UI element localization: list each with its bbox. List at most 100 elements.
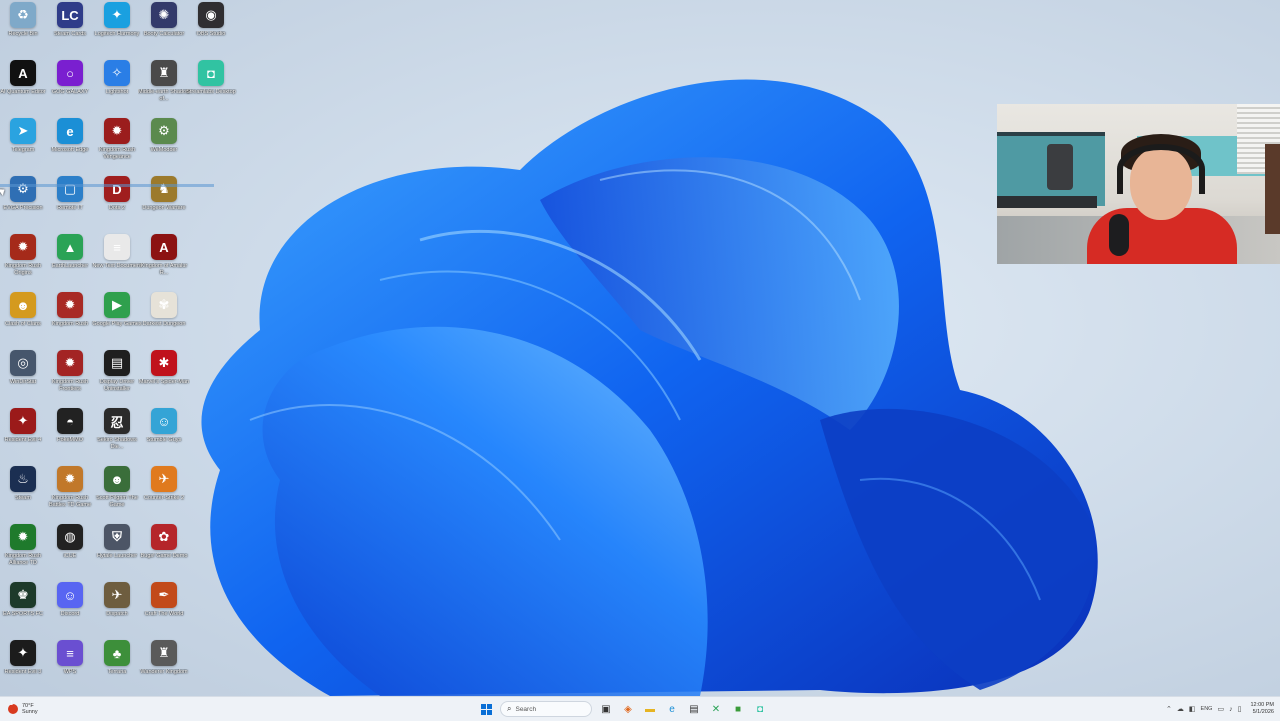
desktop: ♻ Recycle Bin LC Steam Cards ✦ Logitech Harmo… <box>0 0 1280 696</box>
desktop-icon[interactable]: ◘ Streamlabs Desktop <box>186 60 236 116</box>
desktop-icon[interactable]: ⚙ WeModder <box>141 118 187 174</box>
desktop-icon[interactable]: ♣ Terraria <box>94 640 140 696</box>
desktop-icon-label: AI Quantum Editor <box>0 89 46 95</box>
google-play-icon: ▶ <box>104 292 130 318</box>
edge-icon: e <box>57 118 83 144</box>
desktop-icon-label: OBS Studio <box>196 31 226 37</box>
terminal-icon[interactable]: ▤ <box>686 701 702 717</box>
minecraft-icon[interactable]: ■ <box>730 701 746 717</box>
desktop-icon[interactable]: ☻ Clash of Clans <box>0 292 46 348</box>
desktop-icon[interactable]: ◎ WinDirStat <box>0 350 46 406</box>
streamlabs-taskbar-icon[interactable]: ◘ <box>752 701 768 717</box>
desktop-icon[interactable]: e Microsoft Edge <box>47 118 93 174</box>
desktop-icon[interactable]: ✈ Dispatch <box>94 582 140 638</box>
desktop-icon-label: Craft The World <box>144 611 184 617</box>
desktop-icon[interactable]: ☺ Stumble Guys <box>141 408 187 464</box>
desktop-icon[interactable]: A Kingdom of Amalur R... <box>141 234 187 290</box>
desktop-icon-label: New Text Document <box>92 263 142 269</box>
desktop-icon-label: Remote IT <box>57 205 83 211</box>
desktop-icon-label: Kingdom of Amalur R... <box>140 263 188 276</box>
desktop-icon[interactable]: ✾ Darkest Dungeon <box>141 292 187 348</box>
xbox-icon[interactable]: ✕ <box>708 701 724 717</box>
desktop-icon[interactable]: ✹ Kingdom Rush Frontiers <box>47 350 93 406</box>
logitech-icon: ✦ <box>104 2 130 28</box>
desktop-icon[interactable]: ✒ Craft The World <box>141 582 187 638</box>
desktop-icon[interactable]: ⛨ Hytale Launcher <box>94 524 140 580</box>
volume-icon[interactable]: ♪ <box>1229 706 1233 713</box>
language-indicator[interactable]: ENG <box>1201 706 1213 712</box>
desktop-icon[interactable]: ✦ Resident Evil 3 <box>0 640 46 696</box>
kingdom-rush-icon: ✹ <box>57 292 83 318</box>
desktop-icon[interactable]: ▲ EarthLauncher <box>47 234 93 290</box>
middle-earth-icon: ♜ <box>151 60 177 86</box>
desktop-icon[interactable]: ♨ Steam <box>0 466 46 522</box>
desktop-icon[interactable]: ♚ EA SPORTS FC <box>0 582 46 638</box>
desktop-icon[interactable]: 忍 Sekiro Shadows Die... <box>94 408 140 464</box>
pokemmo-icon: ◓ <box>57 408 83 434</box>
desktop-icon[interactable]: ○ GOG GALAXY <box>47 60 93 116</box>
desktop-icon-label: Middle-earth Shadow of... <box>138 89 190 102</box>
desktop-icon[interactable]: ✺ Booty Calculator <box>141 2 187 58</box>
desktop-icon[interactable]: ✦ Logitech Harmony <box>94 2 140 58</box>
desktop-icon-label: Dispatch <box>106 611 128 617</box>
desktop-icon[interactable]: ✹ Kingdom Rush <box>47 292 93 348</box>
desktop-icon[interactable]: ✿ Bugs! Game Demo <box>141 524 187 580</box>
search-placeholder: Search <box>515 705 537 713</box>
desktop-icon[interactable]: ✹ Kingdom Rush Origins <box>0 234 46 290</box>
desktop-icon[interactable]: ☻ Scott Pilgrim The Game <box>94 466 140 522</box>
desktop-icon-label: Terraria <box>107 669 127 675</box>
windows-logo-icon <box>480 703 492 715</box>
network-icon[interactable]: ▭ <box>1217 705 1224 713</box>
taskbar-search[interactable]: ⌕ Search <box>500 701 592 717</box>
desktop-icon[interactable]: ✧ Lightshot <box>94 60 140 116</box>
desktop-icon[interactable]: ✹ Kingdom Rush Vengeance <box>94 118 140 174</box>
discord-icon: ☺ <box>57 582 83 608</box>
start-button[interactable] <box>478 701 494 717</box>
desktop-icon[interactable]: ✱ Marvel's Spider-Man <box>139 350 189 406</box>
hytale-icon: ⛨ <box>104 524 130 550</box>
battery-icon[interactable]: ▯ <box>1238 705 1242 713</box>
desktop-icon[interactable]: ➤ Telegram <box>0 118 46 174</box>
desktop-icon-label: Darkest Dungeon <box>142 321 186 327</box>
desktop-icon-label: Lightshot <box>105 89 129 95</box>
desktop-icon[interactable]: A AI Quantum Editor <box>0 60 46 116</box>
desktop-icon[interactable]: ♜ Wanderer Kingdom <box>140 640 188 696</box>
lightshot-icon: ✧ <box>104 60 130 86</box>
clock[interactable]: 12:00 PM 5/1/2026 <box>1250 702 1274 716</box>
weather-widget[interactable]: 70°F Sunny <box>8 699 38 719</box>
widgets-icon[interactable]: ◈ <box>620 701 636 717</box>
resident-evil-3-icon: ✦ <box>10 640 36 666</box>
desktop-icon[interactable]: ◍ iCUE <box>47 524 93 580</box>
amalur-icon: A <box>151 234 177 260</box>
edge-taskbar-icon[interactable]: e <box>664 701 680 717</box>
desktop-icon[interactable]: ◉ OBS Studio <box>188 2 234 58</box>
desktop-icon-label: WinDirStat <box>9 379 37 385</box>
desktop-icon[interactable]: ✹ Kingdom Rush Battles TD Game <box>47 466 93 522</box>
desktop-icon[interactable]: ♜ Middle-earth Shadow of... <box>138 60 190 116</box>
wps-icon: ≡ <box>57 640 83 666</box>
task-view-icon[interactable]: ▣ <box>598 701 614 717</box>
desktop-icon[interactable]: LC Steam Cards <box>47 2 93 58</box>
recycle-bin-icon: ♻ <box>10 2 36 28</box>
spider-man-icon: ✱ <box>151 350 177 376</box>
desktop-icon[interactable]: ≡ WPS <box>47 640 93 696</box>
desktop-icon[interactable]: ☺ Discord <box>47 582 93 638</box>
chevron-up-icon[interactable]: ⌃ <box>1166 705 1172 713</box>
desktop-icon[interactable]: ✈ Counter-Strike 2 <box>141 466 187 522</box>
desktop-icon[interactable]: ▤ Display Driver Uninstaller <box>94 350 140 406</box>
desktop-icon-label: Kingdom Rush <box>51 321 89 327</box>
desktop-icon[interactable]: ≡ New Text Document <box>92 234 142 290</box>
tray-app-icon[interactable]: ◧ <box>1189 705 1196 713</box>
counter-strike-icon: ✈ <box>151 466 177 492</box>
wemod-icon: ⚙ <box>151 118 177 144</box>
desktop-icon[interactable]: ◓ PokeMMO <box>47 408 93 464</box>
weather-condition: Sunny <box>22 709 38 715</box>
desktop-icon[interactable]: ▶ Google Play Games <box>92 292 142 348</box>
onedrive-icon[interactable]: ☁ <box>1177 705 1184 713</box>
desktop-icon[interactable]: ✦ Resident Evil 4 <box>0 408 46 464</box>
desktop-icon[interactable]: ♻ Recycle Bin <box>0 2 46 58</box>
file-explorer-icon[interactable]: ▬ <box>642 701 658 717</box>
desktop-icon-label: Dungeon Warfare <box>142 205 186 211</box>
desktop-icon[interactable]: ✹ Kingdom Rush Alliance TD <box>0 524 46 580</box>
taskbar-center: ⌕ Search ▣ ◈ ▬ e ▤ ✕ ■ ◘ <box>478 699 768 719</box>
